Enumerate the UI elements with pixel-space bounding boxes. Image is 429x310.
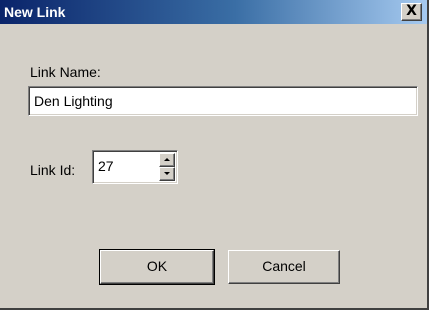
- close-button[interactable]: X: [401, 3, 422, 21]
- arrow-down-icon: [164, 172, 170, 175]
- arrow-up-icon: [164, 158, 170, 161]
- title-bar[interactable]: New Link X: [0, 0, 427, 24]
- link-id-value: 27: [98, 158, 114, 174]
- dialog-title: New Link: [4, 4, 66, 20]
- spin-down-button[interactable]: [159, 167, 175, 181]
- link-name-label: Link Name:: [30, 64, 101, 80]
- close-icon: X: [406, 3, 417, 19]
- link-id-spinner[interactable]: 27: [92, 150, 178, 184]
- link-id-label: Link Id:: [30, 162, 76, 178]
- link-name-value: Den Lighting: [34, 93, 113, 109]
- link-name-input[interactable]: Den Lighting: [28, 86, 418, 116]
- cancel-button[interactable]: Cancel: [228, 250, 340, 284]
- ok-button[interactable]: OK: [99, 249, 215, 285]
- spin-up-button[interactable]: [159, 153, 175, 167]
- new-link-dialog: New Link X Link Name: Den Lighting Link …: [0, 0, 429, 310]
